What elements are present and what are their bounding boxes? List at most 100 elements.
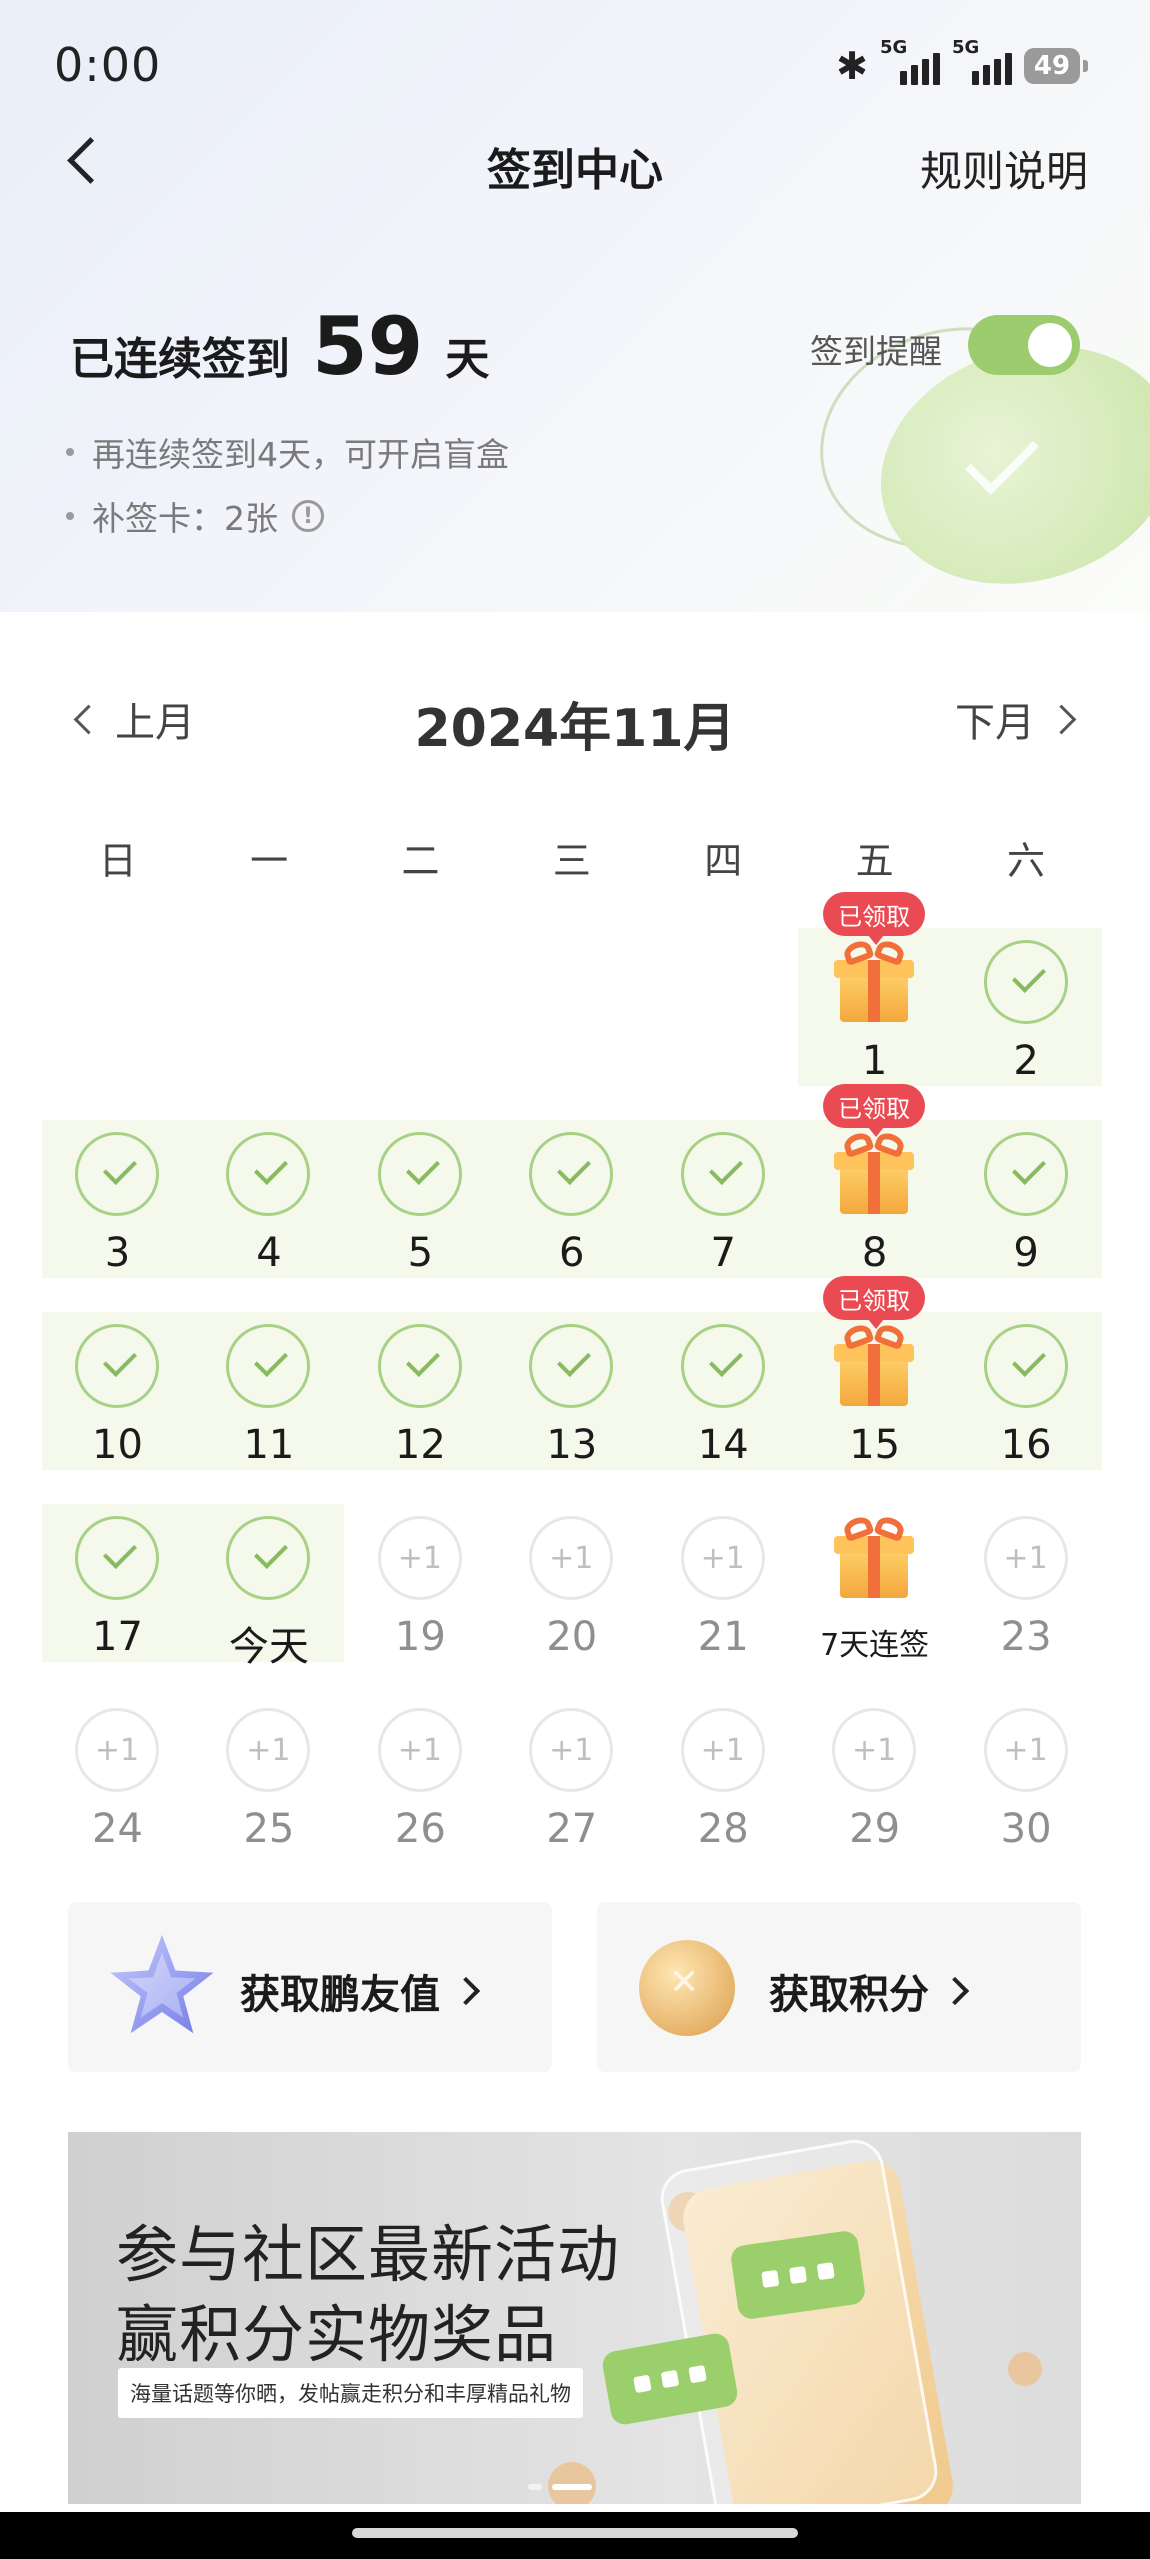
- calendar-day-label: 17: [92, 1614, 143, 1660]
- calendar-day[interactable]: 今天: [193, 1504, 344, 1680]
- checkin-coin-decoration: [791, 294, 1150, 612]
- check-circle-icon: [226, 1516, 311, 1600]
- calendar-day-label: 4: [256, 1230, 282, 1276]
- banner-subtitle: 海量话题等你晒，发帖赢走积分和丰厚精品礼物: [118, 2368, 583, 2418]
- info-line-makeup-card: 补签卡：2张 !: [66, 492, 324, 540]
- claimed-badge: 已领取: [823, 1084, 926, 1137]
- home-indicator[interactable]: [352, 2528, 798, 2538]
- calendar-day-label: 7: [710, 1230, 736, 1276]
- calendar-day[interactable]: 已领取 15: [799, 1276, 950, 1488]
- calendar-day-label: 15: [849, 1422, 901, 1468]
- plus-one-icon: +1: [832, 1708, 917, 1792]
- calendar-day[interactable]: +1 21: [648, 1504, 799, 1680]
- next-month-button[interactable]: 下月: [955, 690, 1077, 748]
- calendar-day-label: 3: [104, 1230, 131, 1276]
- calendar-day-label: 29: [849, 1806, 901, 1852]
- claimed-badge: 已领取: [823, 892, 926, 945]
- calendar-day[interactable]: 12: [345, 1312, 496, 1488]
- claimed-badge: 已领取: [823, 1276, 926, 1329]
- calendar-day-label: 27: [546, 1806, 598, 1852]
- calendar-day[interactable]: +1 23: [951, 1504, 1102, 1680]
- calendar-day[interactable]: 5: [345, 1120, 496, 1296]
- calendar-day[interactable]: 16: [951, 1312, 1102, 1488]
- weekday-thu: 四: [704, 839, 743, 883]
- chevron-right-icon: [940, 1976, 970, 2006]
- reminder-label: 签到提醒: [810, 332, 942, 371]
- calendar-day-label: 19: [394, 1614, 446, 1660]
- calendar-day[interactable]: 2: [951, 928, 1102, 1104]
- calendar-day[interactable]: +1 19: [345, 1504, 496, 1680]
- check-circle-icon: [377, 1324, 462, 1408]
- star-icon: [110, 1934, 214, 2034]
- bluetooth-icon: ✱: [836, 44, 868, 88]
- calendar-day-label: 1: [861, 1038, 888, 1084]
- calendar-day[interactable]: 14: [648, 1312, 799, 1488]
- plus-one-icon: +1: [529, 1708, 614, 1792]
- calendar-day[interactable]: 7天连签: [799, 1504, 950, 1680]
- calendar-day[interactable]: +1 27: [496, 1696, 647, 1872]
- calendar-day-label: 20: [546, 1614, 598, 1660]
- weekday-wed: 三: [552, 839, 591, 883]
- calendar-day[interactable]: 3: [42, 1120, 193, 1296]
- calendar-day[interactable]: +1 25: [193, 1696, 344, 1872]
- reminder-toggle[interactable]: [968, 315, 1080, 375]
- check-circle-icon: [529, 1324, 614, 1408]
- banner-headline-2: 赢积分实物奖品: [116, 2298, 558, 2371]
- calendar-day-label: 14: [697, 1422, 749, 1468]
- get-points-label: 获取积分: [769, 1962, 970, 2020]
- chevron-right-icon: [1046, 704, 1077, 734]
- community-activity-banner[interactable]: 参与社区最新活动 赢积分实物奖品 海量话题等你晒，发帖赢走积分和丰厚精品礼物: [68, 2132, 1081, 2504]
- calendar-day-label: 25: [243, 1806, 295, 1852]
- plus-one-icon: +1: [983, 1516, 1068, 1600]
- calendar-day[interactable]: 11: [193, 1312, 344, 1488]
- calendar-day[interactable]: +1 30: [951, 1696, 1102, 1872]
- calendar-day-label: 24: [92, 1806, 143, 1852]
- plus-one-icon: +1: [75, 1708, 159, 1792]
- calendar-day-label: 23: [1000, 1614, 1052, 1660]
- calendar-day-label: 10: [92, 1422, 143, 1468]
- calendar-day-label: 7天连签: [820, 1628, 930, 1663]
- check-circle-icon: [75, 1324, 159, 1408]
- check-circle-icon: [75, 1516, 159, 1600]
- weekday-tue: 二: [401, 839, 440, 883]
- check-circle-icon: [377, 1132, 462, 1216]
- plus-one-icon: +1: [680, 1708, 765, 1792]
- calendar-day[interactable]: 17: [42, 1504, 193, 1680]
- calendar-day[interactable]: +1 24: [42, 1696, 193, 1872]
- rules-link[interactable]: 规则说明: [920, 138, 1088, 199]
- calendar-day[interactable]: +1 26: [345, 1696, 496, 1872]
- calendar-day[interactable]: +1 29: [799, 1696, 950, 1872]
- get-points-card[interactable]: 获取积分: [597, 1902, 1081, 2072]
- get-friend-value-card[interactable]: 获取鹏友值: [68, 1902, 552, 2072]
- calendar-day[interactable]: 13: [496, 1312, 647, 1488]
- calendar-day-label: 28: [697, 1806, 749, 1852]
- calendar-day[interactable]: 4: [193, 1120, 344, 1296]
- gift-icon: [832, 1513, 916, 1600]
- coin-icon: [639, 1940, 735, 2036]
- info-icon[interactable]: !: [292, 500, 324, 532]
- gift-icon: [832, 1129, 916, 1216]
- check-circle-icon: [983, 1324, 1068, 1408]
- weekday-header: 日 一 二 三 四 五 六: [42, 830, 1102, 885]
- calendar-day-label: 2: [1013, 1038, 1039, 1084]
- calendar-day-label: 26: [394, 1806, 446, 1852]
- plus-one-icon: +1: [680, 1516, 765, 1600]
- signal-icon-2: 5G: [952, 37, 1012, 85]
- calendar-day[interactable]: 已领取 8: [799, 1084, 950, 1296]
- check-circle-icon: [680, 1132, 765, 1216]
- calendar-day[interactable]: 已领取 1: [799, 892, 950, 1104]
- calendar-day-label: 今天: [228, 1624, 309, 1670]
- streak-suffix: 天: [445, 334, 490, 385]
- calendar-day-label: 11: [243, 1422, 295, 1468]
- calendar-day-label: 6: [559, 1230, 585, 1276]
- weekday-sun: 日: [98, 839, 137, 883]
- calendar-day-label: 5: [407, 1230, 434, 1276]
- calendar-day[interactable]: +1 28: [648, 1696, 799, 1872]
- status-bar: 0:00 ✱ 5G 5G 49: [0, 0, 1150, 140]
- calendar-day[interactable]: +1 20: [496, 1504, 647, 1680]
- calendar-day[interactable]: 7: [648, 1120, 799, 1296]
- calendar-day[interactable]: 9: [951, 1120, 1102, 1296]
- calendar-day[interactable]: 6: [496, 1120, 647, 1296]
- check-circle-icon: [529, 1132, 614, 1216]
- calendar-day[interactable]: 10: [42, 1312, 193, 1488]
